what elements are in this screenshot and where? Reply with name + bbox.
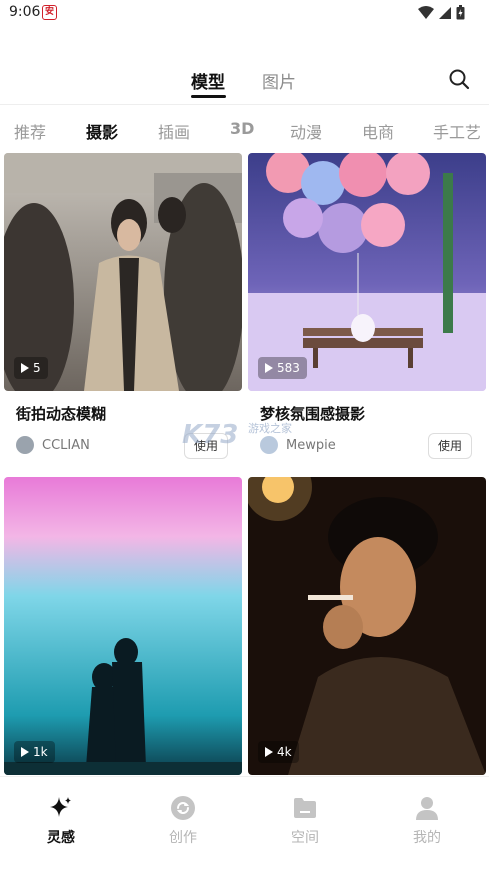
play-icon <box>265 747 273 757</box>
card-image[interactable]: 4k <box>248 477 486 775</box>
nav-space[interactable]: 空间 <box>265 795 345 847</box>
battery-icon <box>456 5 465 20</box>
wifi-icon <box>418 5 434 19</box>
top-tabs: 模型 图片 <box>0 60 489 100</box>
model-card[interactable]: 4k <box>248 477 486 775</box>
nav-label: 我的 <box>413 830 441 846</box>
views-badge: 583 <box>258 357 307 379</box>
avatar <box>16 436 34 454</box>
user-icon <box>416 797 438 820</box>
nav-label: 空间 <box>291 830 319 846</box>
author-name: CCLIAN <box>42 437 90 453</box>
views-badge: 1k <box>14 741 55 763</box>
views-badge: 4k <box>258 741 299 763</box>
search-icon[interactable] <box>448 68 470 90</box>
avatar <box>260 436 278 454</box>
category-recommend[interactable]: 推荐 <box>14 119 46 143</box>
views-count: 1k <box>33 745 48 759</box>
nav-inspiration[interactable]: 灵感 <box>21 795 101 847</box>
card-author: CCLIAN <box>16 436 90 454</box>
category-bar: 推荐 摄影 插画 3D 动漫 电商 手工艺 <box>0 112 489 146</box>
views-count: 583 <box>277 361 300 375</box>
bottom-nav: 灵感 创作 空间 我的 <box>0 776 489 870</box>
model-card[interactable]: 1k <box>4 477 242 775</box>
category-3d[interactable]: 3D <box>230 119 254 138</box>
status-icons <box>418 5 465 20</box>
portrait-photo <box>248 477 486 775</box>
play-icon <box>265 363 273 373</box>
card-title: 街拍动态模糊 <box>16 405 107 423</box>
balloon-photo <box>248 153 486 391</box>
watermark-logo: K73 <box>182 420 239 450</box>
category-handicraft[interactable]: 手工艺 <box>433 119 481 143</box>
status-bar: 9:06 安 <box>0 0 489 26</box>
category-anime[interactable]: 动漫 <box>290 119 322 143</box>
views-badge: 5 <box>14 357 48 379</box>
signal-icon <box>439 6 451 19</box>
create-icon <box>171 796 195 820</box>
card-image[interactable]: 1k <box>4 477 242 775</box>
street-photo <box>4 153 242 391</box>
play-icon <box>21 363 29 373</box>
card-image[interactable]: 5 <box>4 153 242 391</box>
category-illustration[interactable]: 插画 <box>158 119 190 143</box>
card-author: Mewpie <box>260 436 336 454</box>
app-badge-icon: 安 <box>42 5 57 20</box>
nav-label: 灵感 <box>47 830 75 846</box>
tab-underline <box>191 95 226 98</box>
author-name: Mewpie <box>286 437 336 453</box>
nav-label: 创作 <box>169 830 197 846</box>
tab-images[interactable]: 图片 <box>262 68 296 93</box>
status-time: 9:06 <box>9 4 41 20</box>
use-button[interactable]: 使用 <box>428 433 472 459</box>
sea-silhouette-photo <box>4 477 242 775</box>
card-image[interactable]: 583 <box>248 153 486 391</box>
nav-profile[interactable]: 我的 <box>387 795 467 847</box>
folder-icon <box>294 798 316 818</box>
views-count: 4k <box>277 745 292 759</box>
divider <box>0 104 489 105</box>
watermark-text: 游戏之家 <box>248 422 292 435</box>
category-photography[interactable]: 摄影 <box>86 119 118 143</box>
tab-models[interactable]: 模型 <box>191 68 225 93</box>
sparkle-icon <box>50 797 71 817</box>
nav-create[interactable]: 创作 <box>143 795 223 847</box>
play-icon <box>21 747 29 757</box>
views-count: 5 <box>33 361 41 375</box>
category-ecommerce[interactable]: 电商 <box>362 119 394 143</box>
